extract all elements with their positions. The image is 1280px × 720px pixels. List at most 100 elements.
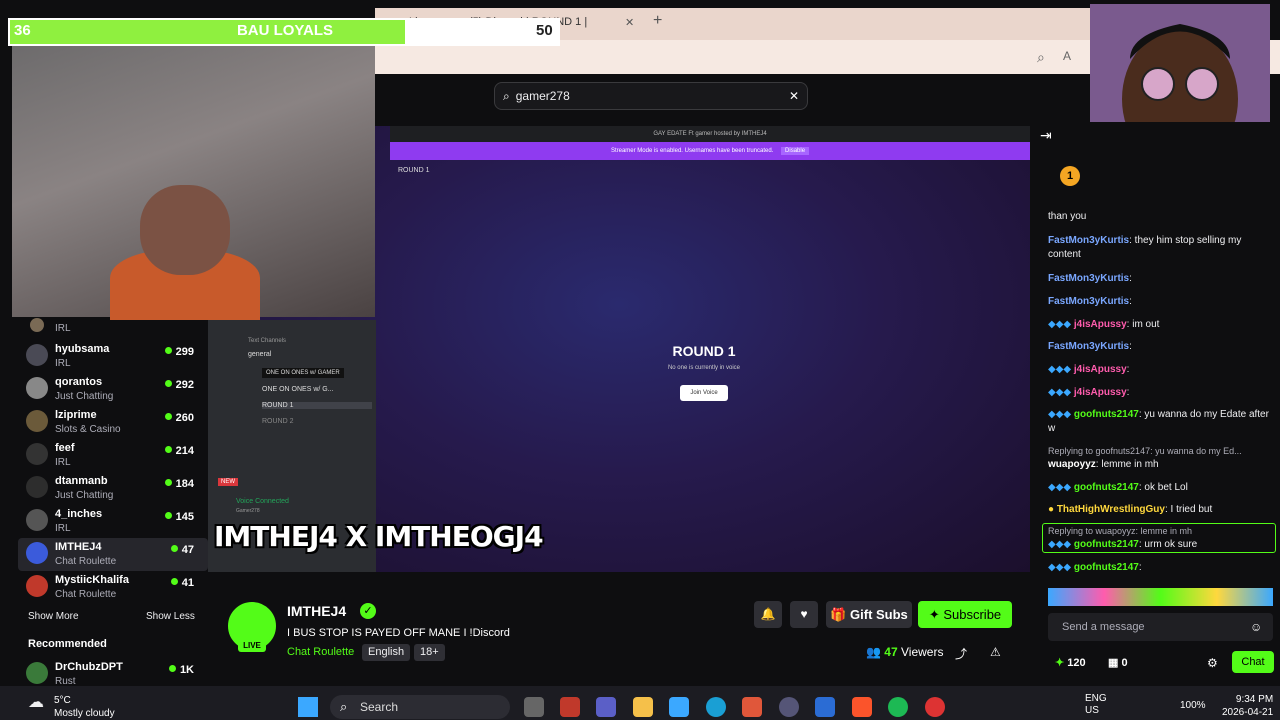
teams-icon[interactable] — [596, 697, 616, 717]
sidebar-item-name: MystiicKhalifa — [55, 574, 129, 586]
badge-icons: ◆◆◆ — [1048, 482, 1074, 493]
avatar — [26, 509, 48, 531]
emote-bar[interactable] — [1048, 588, 1273, 606]
live-dot-icon — [164, 347, 172, 354]
chat-reply-context: Replying to wuapoyyz: lemme in mh — [1048, 526, 1193, 536]
gift-subs-button[interactable]: 🎁 Gift Subs — [826, 601, 912, 628]
spotify-icon[interactable] — [888, 697, 908, 717]
taskbar-clock[interactable]: 9:34 PM 2026-04-21 — [1222, 693, 1273, 719]
weather-icon[interactable]: ☁ — [28, 692, 44, 712]
battery-percent: 100% — [1180, 700, 1206, 711]
new-badge: NEW — [218, 478, 238, 486]
edge-icon[interactable] — [706, 697, 726, 717]
stream-category-link[interactable]: Chat Roulette — [287, 646, 354, 658]
voice-empty-text: No one is currently in voice — [667, 365, 741, 371]
file-explorer-icon[interactable] — [633, 697, 653, 717]
disable-button: Disable — [781, 147, 810, 155]
inventory-count[interactable]: ▦ 0 — [1108, 656, 1128, 669]
sidebar-item-name: DrChubzDPT — [55, 661, 123, 673]
emoji-icon[interactable]: ☺ — [1250, 620, 1262, 634]
mcafee-icon[interactable] — [560, 697, 580, 717]
outlook-icon[interactable] — [815, 697, 835, 717]
chat-message: ◆◆◆ j4isApussy: im out — [1048, 319, 1160, 330]
sidebar-item-dtanmanb[interactable]: dtanmanb Just Chatting 184 — [18, 472, 208, 505]
app-icon[interactable] — [925, 697, 945, 717]
badge-icons: ◆◆◆ — [1048, 539, 1074, 550]
channel-name: ROUND 1 — [398, 167, 430, 174]
app-icon[interactable] — [669, 697, 689, 717]
sidebar-following: IRL hyubsama IRL 299 qorantos Just Chatt… — [18, 318, 208, 687]
streamer-name[interactable]: IMTHEJ4 — [287, 603, 346, 619]
verified-icon: ✓ — [360, 603, 376, 619]
sub-goal-current: 36 — [14, 22, 31, 39]
badge-icons: ● — [1048, 504, 1057, 515]
viewer-count: 41 — [170, 577, 194, 589]
sub-goal-target: 50 — [536, 22, 553, 39]
chat-message: ● ThatHighWrestlingGuy: I tried but — [1048, 504, 1213, 515]
sidebar-item-category: IRL — [55, 523, 71, 534]
channel-points[interactable]: ✦ 120 — [1055, 656, 1086, 669]
live-dot-icon — [170, 578, 178, 585]
show-more-link[interactable]: Show More — [28, 611, 79, 622]
chat-message: FastMon3yKurtis: they him stop selling m… — [1048, 235, 1242, 260]
tag-english[interactable]: English — [362, 644, 411, 661]
heart-icon[interactable]: ♥ — [790, 601, 818, 628]
close-tab-icon[interactable]: ✕ — [625, 16, 634, 29]
share-icon[interactable]: ⤴ — [955, 645, 967, 662]
chat-message: ◆◆◆ goofnuts2147: — [1048, 562, 1142, 573]
inventory-icon: ▦ — [1108, 657, 1122, 669]
sidebar-item-4-inches[interactable]: 4_inches IRL 145 — [18, 505, 208, 538]
app-icon[interactable] — [742, 697, 762, 717]
badge-icons: ◆◆◆ — [1048, 562, 1074, 573]
sidebar-item-mystiickhalifa[interactable]: MystiicKhalifa Chat Roulette 41 — [18, 571, 208, 604]
search-box[interactable]: ⌕ gamer278 ✕ — [494, 82, 808, 110]
live-dot-icon — [164, 479, 172, 486]
collapse-chat-icon[interactable]: ⇥ — [1040, 127, 1052, 144]
report-icon[interactable]: ⚠ — [990, 645, 1001, 659]
discord-titlebar: GAY EDATE Ft gamer hosted by IMTHEJ4 — [390, 126, 1030, 142]
webcam-person-face — [140, 185, 230, 275]
plus-icon[interactable]: + — [653, 12, 662, 30]
sidebar-item-feef[interactable]: feef IRL 214 — [18, 439, 208, 472]
sidebar-item-hyubsama[interactable]: hyubsama IRL 299 — [18, 340, 208, 373]
badge-icons: ◆◆◆ — [1048, 387, 1074, 398]
taskbar-search[interactable]: Search — [330, 695, 510, 719]
chat-message: FastMon3yKurtis: — [1048, 273, 1132, 284]
zoom-icon[interactable]: ⌕ — [1037, 49, 1045, 66]
viewer-count: 260 — [164, 412, 194, 424]
channel-item: ONE ON ONES w/ G... — [262, 386, 334, 393]
channels-header: Text Channels — [248, 338, 287, 344]
taskbar-weather[interactable]: 5°C Mostly cloudy — [54, 694, 115, 720]
sidebar-item-category: Chat Roulette — [55, 556, 117, 567]
gear-icon[interactable]: ⚙ — [1207, 656, 1218, 670]
read-aloud-icon[interactable]: A — [1063, 49, 1071, 63]
stream-overlay-title: IMTHEJ4 X IMTHEOGJ4 — [214, 520, 544, 553]
sidebar-item[interactable]: IRL — [18, 318, 208, 336]
sidebar-item-category: Just Chatting — [55, 391, 114, 402]
app-icon[interactable] — [779, 697, 799, 717]
channel-item: general — [248, 351, 272, 358]
close-icon[interactable]: ✕ — [789, 89, 799, 103]
windows-start-icon[interactable] — [298, 697, 318, 717]
live-dot-icon — [168, 665, 176, 672]
chat-message: ◆◆◆ goofnuts2147: ok bet Lol — [1048, 482, 1188, 493]
sidebar-item-qorantos[interactable]: qorantos Just Chatting 292 — [18, 373, 208, 406]
chat-send-button[interactable]: Chat — [1232, 651, 1274, 673]
subscribe-button[interactable]: ✦ Subscribe — [918, 601, 1012, 628]
task-view-icon[interactable] — [524, 697, 544, 717]
bell-icon[interactable]: 🔔 — [754, 601, 782, 628]
sidebar-item-lziprime[interactable]: lziprime Slots & Casino 260 — [18, 406, 208, 439]
tag-18plus[interactable]: 18+ — [414, 644, 445, 661]
avatar — [26, 476, 48, 498]
search-input[interactable]: gamer278 — [516, 89, 783, 103]
sidebar-item-category: IRL — [55, 323, 71, 334]
chat-input[interactable]: Send a message — [1048, 613, 1273, 641]
show-less-link[interactable]: Show Less — [146, 611, 195, 622]
sidebar-item-imthej4[interactable]: IMTHEJ4 Chat Roulette 47 — [18, 538, 208, 571]
voice-connected-label: Voice Connected — [236, 498, 289, 505]
brave-icon[interactable] — [852, 697, 872, 717]
taskbar-language[interactable]: ENG US — [1085, 693, 1107, 717]
badge-icons: ◆◆◆ — [1048, 319, 1074, 330]
pinned-count-badge[interactable]: 1 — [1060, 166, 1080, 186]
avatar — [26, 377, 48, 399]
